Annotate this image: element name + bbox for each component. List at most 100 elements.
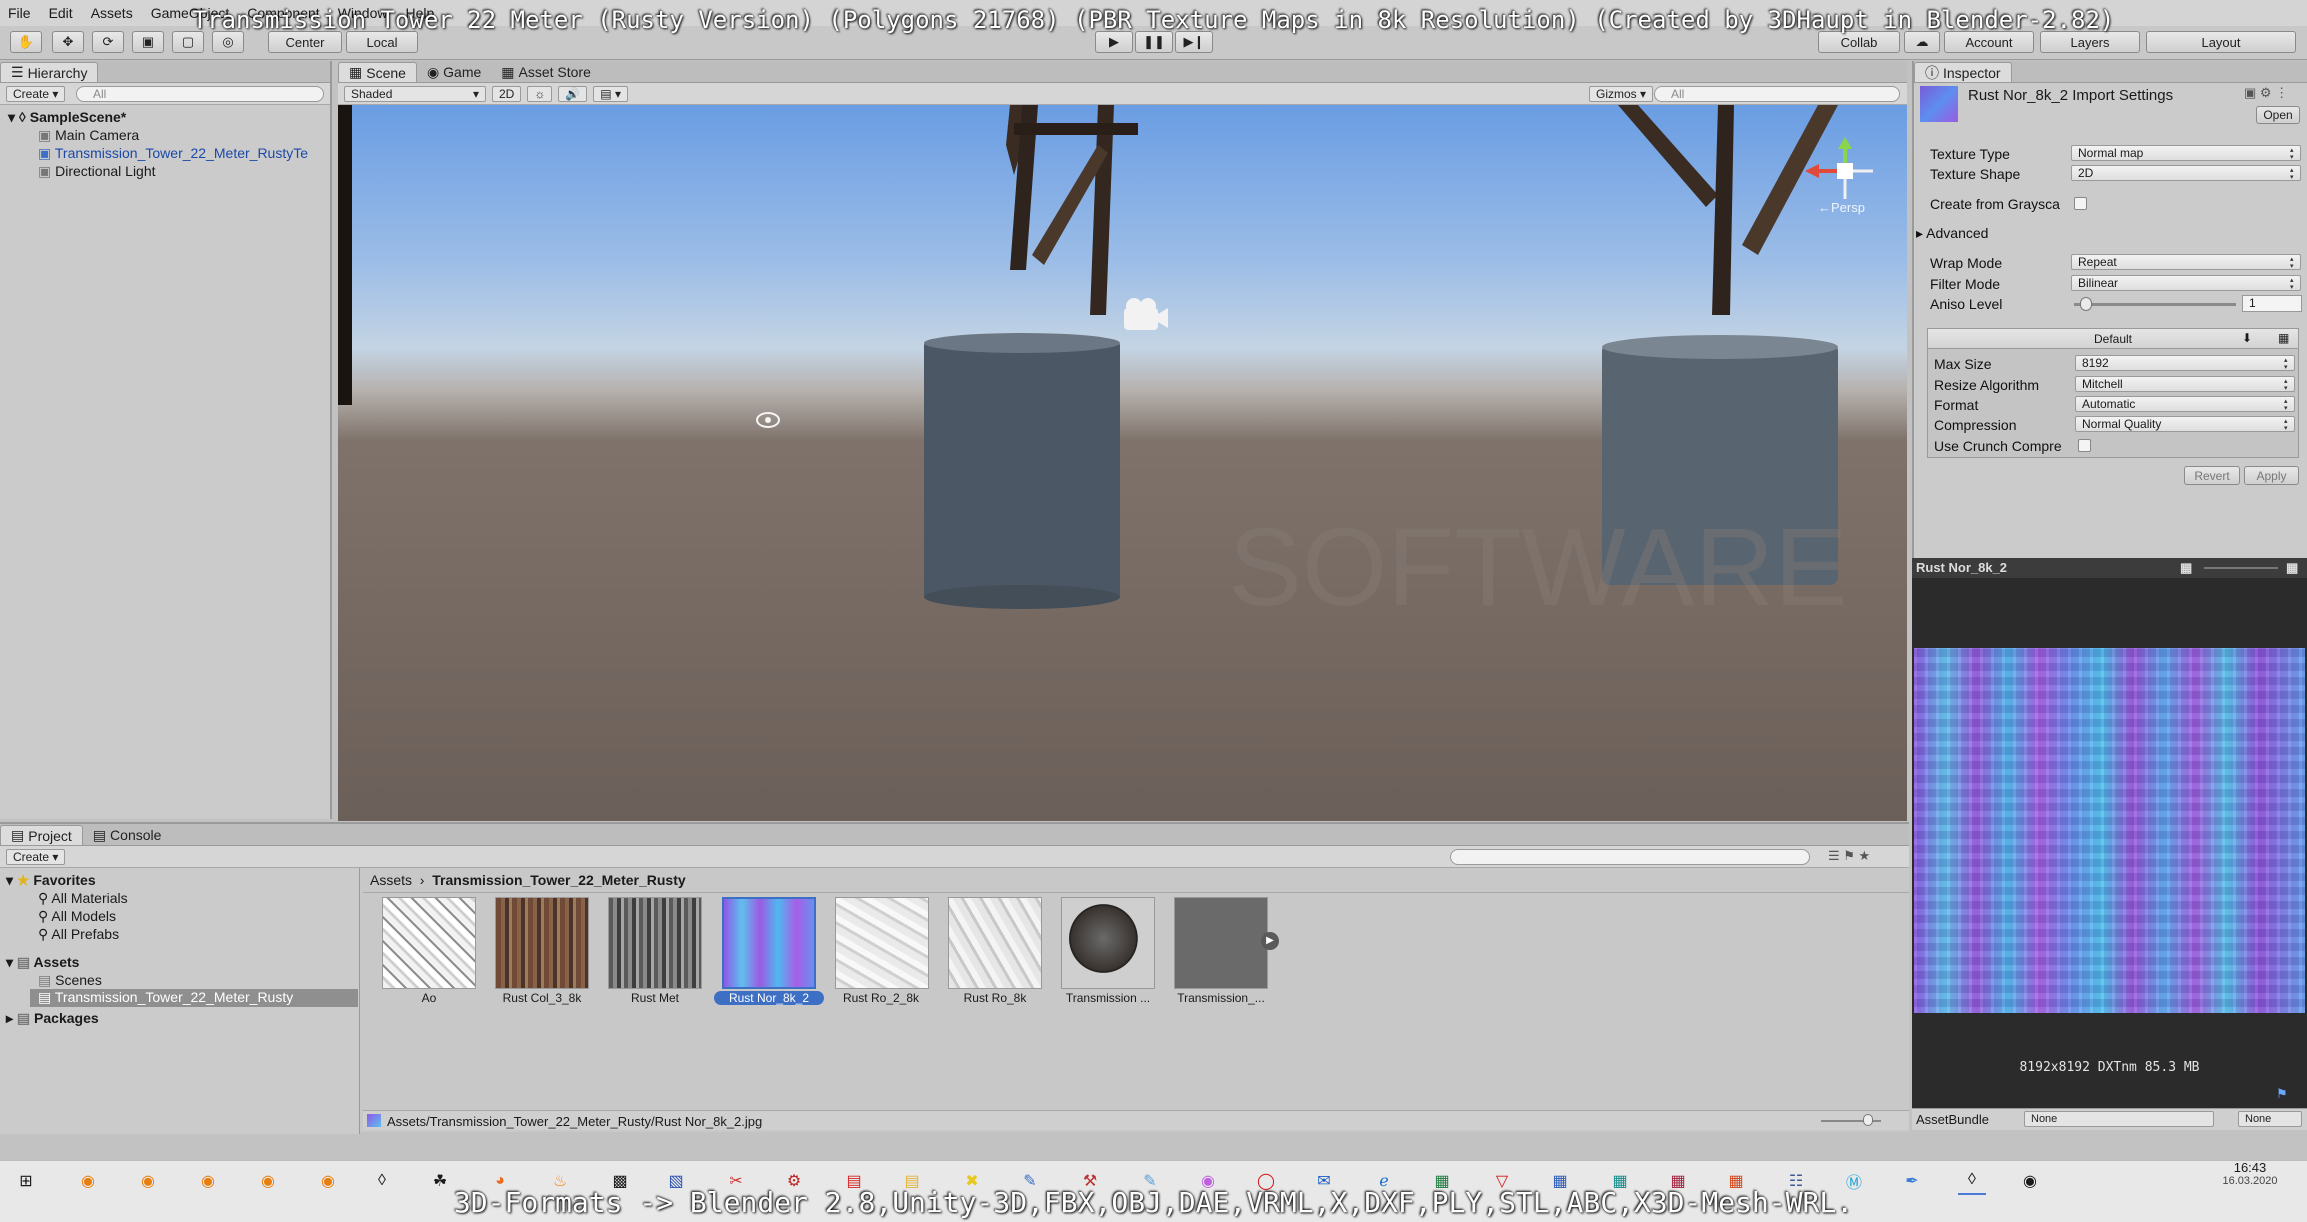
scene-viewport[interactable]: SOFTWARE ←Persp: [338, 105, 1907, 821]
tab-project[interactable]: ▤ Project: [0, 825, 83, 845]
asset-thumb-rust-nor-selected[interactable]: [722, 897, 816, 989]
apply-button[interactable]: Apply: [2244, 466, 2299, 485]
revert-button[interactable]: Revert: [2184, 466, 2240, 485]
project-create-button[interactable]: Create ▾: [6, 848, 66, 865]
assetbundle-variant-dropdown[interactable]: None: [2238, 1111, 2302, 1127]
asset-label-rust-col: Rust Col_3_8k: [502, 991, 582, 1005]
account-dropdown[interactable]: Account: [1944, 31, 2034, 53]
hierarchy-search-input[interactable]: All: [76, 86, 324, 102]
layers-dropdown[interactable]: Layers: [2040, 31, 2140, 53]
assets-label: Assets: [33, 954, 80, 970]
favorite-all-materials[interactable]: ⚲ All Materials: [38, 890, 128, 907]
favorite-all-models[interactable]: ⚲ All Models: [38, 908, 116, 925]
project-filter-icons[interactable]: ☰ ⚑ ★: [1828, 848, 1870, 864]
scene-search-input[interactable]: All: [1654, 86, 1900, 102]
assets-section[interactable]: ▾ ▤ Assets: [6, 954, 79, 971]
scale-tool-icon[interactable]: ▣: [132, 31, 164, 53]
compression-dropdown[interactable]: Normal Quality: [2075, 416, 2295, 432]
step-button[interactable]: ▶❙: [1175, 31, 1213, 53]
tab-inspector[interactable]: ⓘ Inspector: [1914, 62, 2012, 82]
max-size-dropdown[interactable]: 8192: [2075, 355, 2295, 371]
mode-2d-toggle[interactable]: 2D: [492, 85, 522, 102]
tab-console[interactable]: ▤ Console: [83, 825, 172, 845]
hierarchy-item-tower[interactable]: ▣ Transmission_Tower_22_Meter_RustyTe: [38, 145, 330, 162]
pivot-local-button[interactable]: Local: [346, 31, 418, 53]
tag-icon[interactable]: ⚑: [2276, 1086, 2288, 1102]
tab-asset-store[interactable]: ▦ Asset Store: [491, 62, 601, 82]
preview-mip-slider[interactable]: [2204, 567, 2278, 569]
aniso-slider-handle[interactable]: [2080, 297, 2092, 311]
preview-alpha-icon[interactable]: ▦: [2286, 558, 2298, 578]
use-crunch-checkbox[interactable]: [2078, 439, 2091, 452]
use-crunch-label: Use Crunch Compre: [1934, 438, 2062, 454]
thumbnail-size-handle[interactable]: [1863, 1114, 1873, 1126]
collab-button[interactable]: Collab: [1818, 31, 1900, 53]
download-icon[interactable]: ⬇: [2242, 331, 2252, 345]
breadcrumb-folder[interactable]: Transmission_Tower_22_Meter_Rusty: [432, 872, 685, 888]
camera-gizmo-icon[interactable]: [1124, 298, 1168, 330]
tab-scene[interactable]: ▦ Scene: [338, 62, 417, 82]
tab-hierarchy[interactable]: ☰ Hierarchy: [0, 62, 99, 82]
asset-thumb-rust-ro-2[interactable]: [835, 897, 929, 989]
asset-thumb-rust-ro[interactable]: [948, 897, 1042, 989]
expand-prefab-arrow-icon[interactable]: ▶: [1261, 932, 1279, 950]
asset-thumb-transmission-model[interactable]: [1061, 897, 1155, 989]
transform-tool-icon[interactable]: ◎: [212, 31, 244, 53]
favorites-section[interactable]: ▾ ★ Favorites: [6, 872, 96, 889]
inspector-header-icons[interactable]: ▣ ⚙ ⋮: [2244, 85, 2288, 101]
cloud-icon[interactable]: ☁: [1904, 31, 1940, 53]
create-from-grayscale-checkbox[interactable]: [2074, 197, 2087, 210]
effects-dropdown-icon[interactable]: ▤ ▾: [593, 85, 628, 102]
scene-tab-icon: ▦: [349, 64, 363, 80]
tab-game[interactable]: ◉ Game: [417, 62, 491, 82]
favorite-all-prefabs[interactable]: ⚲ All Prefabs: [38, 926, 119, 943]
folder-icon: ▤: [11, 827, 25, 843]
open-button[interactable]: Open: [2256, 106, 2300, 124]
lighting-toggle-icon[interactable]: ☼: [527, 85, 553, 102]
hierarchy-item-directional-light[interactable]: ▣ Directional Light: [38, 163, 156, 180]
asset-thumb-rust-col[interactable]: [495, 897, 589, 989]
texture-type-dropdown[interactable]: Normal map: [2071, 145, 2301, 161]
preview-header: Rust Nor_8k_2 ▦ ▦: [1912, 558, 2307, 578]
aniso-slider-track[interactable]: [2074, 303, 2236, 306]
preview-channel-icon[interactable]: ▦: [2180, 558, 2192, 578]
shading-mode-dropdown[interactable]: Shaded ▾: [344, 85, 486, 102]
assetbundle-dropdown[interactable]: None: [2024, 1111, 2214, 1127]
project-search-input[interactable]: [1450, 849, 1810, 865]
rect-tool-icon[interactable]: ▢: [172, 31, 204, 53]
packages-section[interactable]: ▸ ▤ Packages: [6, 1010, 99, 1027]
asset-thumb-transmission-material[interactable]: [1174, 897, 1268, 989]
texture-shape-dropdown[interactable]: 2D: [2071, 165, 2301, 181]
pivot-center-button[interactable]: Center: [268, 31, 342, 53]
asset-label-transmission-material: Transmission_...: [1177, 991, 1265, 1005]
hierarchy-item-label: Main Camera: [55, 127, 140, 143]
audio-toggle-icon[interactable]: 🔊: [558, 85, 588, 102]
hierarchy-panel: ☰ Hierarchy Create ▾ All ▾ ◊ SampleScene…: [0, 61, 332, 819]
taskbar-clock[interactable]: 16:43 16.03.2020: [2210, 1160, 2290, 1187]
hierarchy-create-button[interactable]: Create ▾: [6, 85, 66, 102]
layout-dropdown[interactable]: Layout: [2146, 31, 2296, 53]
asset-thumb-ao[interactable]: [382, 897, 476, 989]
folder-scenes[interactable]: ▤ Scenes: [38, 972, 102, 989]
advanced-foldout[interactable]: ▸ Advanced: [1916, 225, 1988, 242]
gizmos-dropdown[interactable]: Gizmos ▾: [1589, 85, 1654, 102]
pause-button[interactable]: ❚❚: [1135, 31, 1173, 53]
aniso-level-input[interactable]: 1: [2242, 295, 2302, 312]
scene-root[interactable]: ▾ ◊ SampleScene*: [8, 109, 126, 126]
move-tool-icon[interactable]: ✥: [52, 31, 84, 53]
preview-title: Rust Nor_8k_2: [1916, 560, 2008, 575]
folder-transmission-tower[interactable]: ▤ Transmission_Tower_22_Meter_Rusty: [30, 989, 358, 1007]
hand-tool-icon[interactable]: ✋: [10, 31, 42, 53]
hierarchy-item-main-camera[interactable]: ▣ Main Camera: [38, 127, 139, 144]
resize-algorithm-dropdown[interactable]: Mitchell: [2075, 376, 2295, 392]
play-button[interactable]: ▶: [1095, 31, 1133, 53]
breadcrumb-root[interactable]: Assets: [370, 872, 412, 888]
wrap-mode-dropdown[interactable]: Repeat: [2071, 254, 2301, 270]
asset-thumb-rust-met[interactable]: [608, 897, 702, 989]
light-gizmo-icon[interactable]: [756, 412, 780, 428]
format-dropdown[interactable]: Automatic: [2075, 396, 2295, 412]
filter-mode-dropdown[interactable]: Bilinear: [2071, 275, 2301, 291]
persp-label[interactable]: ←Persp: [1818, 200, 1865, 215]
platform-settings-icon[interactable]: ▦: [2278, 331, 2289, 345]
rotate-tool-icon[interactable]: ⟳: [92, 31, 124, 53]
